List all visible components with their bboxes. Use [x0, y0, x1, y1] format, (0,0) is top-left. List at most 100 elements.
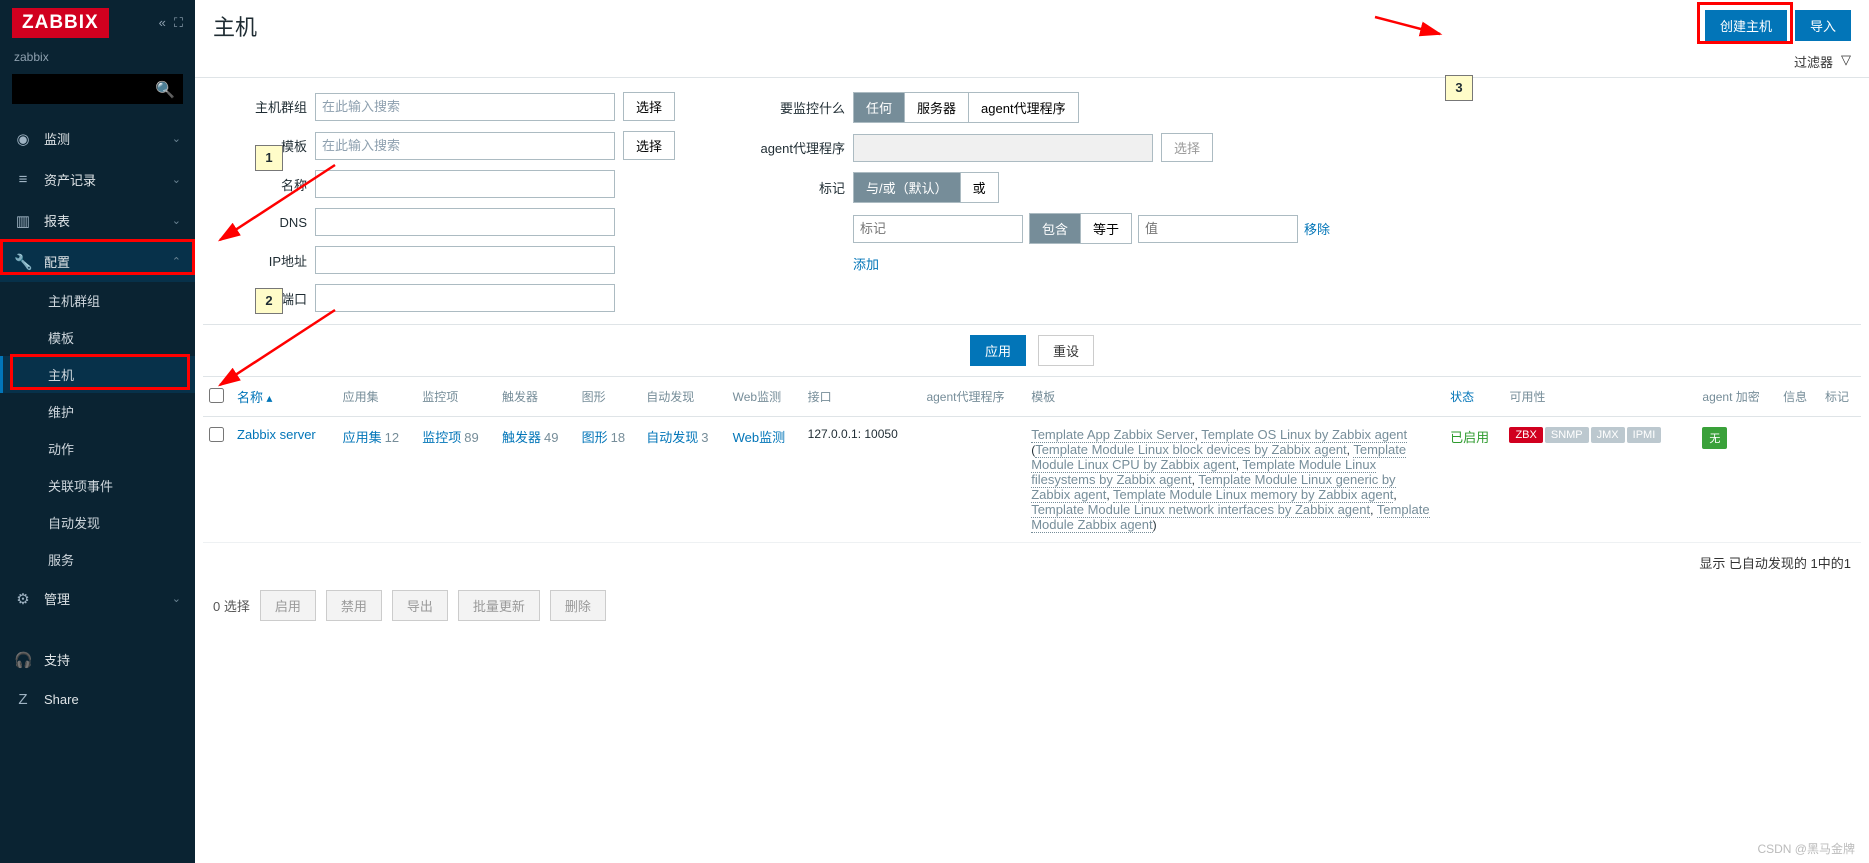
col-proxy: agent代理程序	[920, 377, 1025, 417]
subnav-actions[interactable]: 动作	[0, 430, 195, 467]
tag-add-link[interactable]: 添加	[853, 254, 879, 273]
label-monitored: 要监控什么	[735, 98, 845, 117]
bulk-actions: 0 选择 启用 禁用 导出 批量更新 删除	[195, 582, 1869, 629]
annotation-2: 2	[255, 288, 283, 314]
template-link[interactable]: Template Module Linux block devices by Z…	[1035, 442, 1346, 458]
template-input[interactable]	[315, 132, 615, 160]
collapse-icon[interactable]: «	[159, 15, 166, 31]
template-link[interactable]: Template OS Linux by Zabbix agent	[1201, 427, 1407, 443]
label-name: 名称	[227, 175, 307, 194]
nav-administration[interactable]: ⚙管理⌄	[0, 578, 195, 619]
host-name-link[interactable]: Zabbix server	[237, 427, 316, 442]
reset-button[interactable]: 重设	[1038, 335, 1094, 366]
tag-op-segment: 包含 等于	[1029, 213, 1132, 244]
tag-op-equals[interactable]: 等于	[1081, 214, 1131, 243]
bulk-delete-button[interactable]: 删除	[550, 590, 606, 621]
main-content: 主机 创建主机 导入 过滤器 ▽ 主机群组 选择 模板 选择 名称 DNS IP…	[195, 0, 1869, 863]
tag-logic-or[interactable]: 或	[961, 173, 998, 202]
chevron-down-icon: ⌄	[172, 132, 181, 145]
zbx-badge: ZBX	[1509, 427, 1542, 443]
subnav-services[interactable]: 服务	[0, 541, 195, 578]
ipmi-badge: IPMI	[1627, 427, 1662, 443]
nav-configuration[interactable]: 🔧配置⌃	[0, 241, 195, 282]
label-hostgroup: 主机群组	[227, 97, 307, 116]
web-link[interactable]: Web监测	[733, 430, 786, 445]
templates-cell: Template App Zabbix Server, Template OS …	[1025, 417, 1444, 543]
sidebar: ZABBIX « ⛶ zabbix 🔍 ◉监测⌄ ≡资产记录⌄ ▥报表⌄ 🔧配置…	[0, 0, 195, 863]
status-link[interactable]: 已启用	[1450, 430, 1489, 445]
availability-cell: ZBXSNMPJMXIPMI	[1503, 417, 1696, 543]
monitored-any[interactable]: 任何	[854, 93, 905, 122]
hostgroup-input[interactable]	[315, 93, 615, 121]
select-all-checkbox[interactable]	[209, 388, 224, 403]
subnav-maintenance[interactable]: 维护	[0, 393, 195, 430]
nav-support[interactable]: 🎧支持	[0, 639, 195, 680]
template-link[interactable]: Template Module Linux memory by Zabbix a…	[1113, 487, 1393, 503]
col-templates: 模板	[1025, 377, 1444, 417]
filter-toggle[interactable]: 过滤器	[1794, 52, 1833, 71]
support-icon: 🎧	[14, 651, 32, 669]
template-link[interactable]: Template App Zabbix Server	[1031, 427, 1194, 443]
bulk-disable-button[interactable]: 禁用	[326, 590, 382, 621]
hostgroup-select-button[interactable]: 选择	[623, 92, 675, 121]
chevron-down-icon: ⌄	[172, 173, 181, 186]
annotation-3: 3	[1445, 75, 1473, 101]
bulk-enable-button[interactable]: 启用	[260, 590, 316, 621]
watermark: CSDN @黑马金牌	[1757, 840, 1855, 857]
nav-inventory[interactable]: ≡资产记录⌄	[0, 159, 195, 200]
apply-button[interactable]: 应用	[970, 335, 1026, 366]
encryption-badge: 无	[1702, 427, 1727, 449]
col-triggers: 触发器	[496, 377, 576, 417]
tag-logic-segment: 与/或（默认） 或	[853, 172, 999, 203]
subnav-hostgroups[interactable]: 主机群组	[0, 282, 195, 319]
nav-monitoring[interactable]: ◉监测⌄	[0, 118, 195, 159]
nav-share[interactable]: ZShare	[0, 680, 195, 719]
chart-icon: ▥	[14, 212, 32, 230]
import-button[interactable]: 导入	[1795, 10, 1851, 41]
template-link[interactable]: Template Module Linux network interfaces…	[1031, 502, 1370, 518]
subnav-discovery[interactable]: 自动发现	[0, 504, 195, 541]
name-input[interactable]	[315, 170, 615, 198]
col-avail: 可用性	[1503, 377, 1696, 417]
share-icon: Z	[14, 691, 32, 708]
bulk-export-button[interactable]: 导出	[392, 590, 448, 621]
search-icon[interactable]: 🔍	[155, 80, 175, 100]
bulk-massupdate-button[interactable]: 批量更新	[458, 590, 540, 621]
eye-icon: ◉	[14, 130, 32, 148]
tag-logic-andor[interactable]: 与/或（默认）	[854, 173, 961, 202]
port-input[interactable]	[315, 284, 615, 312]
tag-key-input[interactable]	[853, 215, 1023, 243]
items-link[interactable]: 监控项	[422, 430, 461, 445]
col-status[interactable]: 状态	[1444, 377, 1503, 417]
tag-value-input[interactable]	[1138, 215, 1298, 243]
monitored-segment: 任何 服务器 agent代理程序	[853, 92, 1079, 123]
apps-link[interactable]: 应用集	[343, 430, 382, 445]
dns-input[interactable]	[315, 208, 615, 236]
brand-logo: ZABBIX	[12, 8, 109, 38]
page-title: 主机	[213, 10, 257, 42]
snmp-badge: SNMP	[1545, 427, 1589, 443]
row-checkbox[interactable]	[209, 427, 224, 442]
subnav-templates[interactable]: 模板	[0, 319, 195, 356]
subnav-correlation[interactable]: 关联项事件	[0, 467, 195, 504]
create-host-button[interactable]: 创建主机	[1705, 10, 1787, 41]
proxy-select-button[interactable]: 选择	[1161, 133, 1213, 162]
hosts-table: 名称 ▴ 应用集 监控项 触发器 图形 自动发现 Web监测 接口 agent代…	[203, 377, 1861, 543]
monitored-server[interactable]: 服务器	[905, 93, 969, 122]
kiosk-icon[interactable]: ⛶	[174, 15, 183, 31]
ip-input[interactable]	[315, 246, 615, 274]
filter-icon[interactable]: ▽	[1841, 52, 1851, 71]
template-select-button[interactable]: 选择	[623, 131, 675, 160]
proxy-input[interactable]	[853, 134, 1153, 162]
nav-reports[interactable]: ▥报表⌄	[0, 200, 195, 241]
subnav-hosts[interactable]: 主机	[0, 356, 195, 393]
monitored-proxy[interactable]: agent代理程序	[969, 93, 1078, 122]
filter-form: 主机群组 选择 模板 选择 名称 DNS IP地址 端口 要监控什么 任何 服务…	[203, 78, 1861, 325]
tag-op-contains[interactable]: 包含	[1030, 214, 1081, 243]
tag-remove-link[interactable]: 移除	[1304, 219, 1330, 238]
label-proxy: agent代理程序	[735, 138, 845, 157]
col-name[interactable]: 名称 ▴	[231, 377, 337, 417]
triggers-link[interactable]: 触发器	[502, 430, 541, 445]
discovery-link[interactable]: 自动发现	[646, 430, 698, 445]
graphs-link[interactable]: 图形	[582, 430, 608, 445]
